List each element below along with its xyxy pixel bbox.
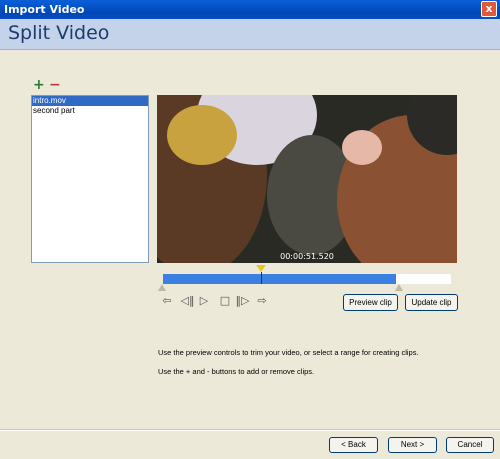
instruction-text: Use the preview controls to trim your vi…: [158, 348, 419, 357]
preview-clip-button[interactable]: Preview clip: [343, 294, 398, 311]
title-bar: Import Video x: [0, 0, 500, 19]
playhead-marker[interactable]: [256, 265, 266, 272]
stop-icon[interactable]: □: [219, 295, 231, 307]
range-start-handle[interactable]: [158, 284, 166, 291]
video-frame-region: [167, 105, 237, 165]
window-title: Import Video: [4, 3, 85, 16]
jump-to-end-icon[interactable]: ⇨: [256, 295, 268, 307]
footer-divider: [0, 429, 500, 431]
clip-list-item[interactable]: second part: [32, 106, 148, 116]
remove-clip-icon[interactable]: −: [49, 78, 61, 92]
back-button[interactable]: < Back: [329, 437, 378, 453]
video-timecode: 00:00:51.520: [280, 252, 334, 261]
play-icon[interactable]: ▷: [198, 295, 210, 307]
video-preview[interactable]: 00:00:51.520: [157, 95, 457, 263]
jump-to-start-icon[interactable]: ⇦: [161, 295, 173, 307]
video-frame-region: [342, 130, 382, 165]
instruction-text: Use the + and - buttons to add or remove…: [158, 367, 315, 376]
add-clip-icon[interactable]: +: [33, 78, 45, 92]
clip-list-item[interactable]: intro.mov: [32, 96, 148, 106]
range-end-handle[interactable]: [395, 284, 403, 291]
page-header: Split Video: [0, 19, 500, 50]
timeline-track[interactable]: [163, 272, 451, 284]
page-title: Split Video: [8, 22, 110, 44]
step-forward-icon[interactable]: ‖▷: [235, 295, 250, 307]
playhead-line: [261, 272, 262, 284]
timeline-selected-range: [163, 274, 396, 284]
update-clip-button[interactable]: Update clip: [405, 294, 458, 311]
step-back-icon[interactable]: ◁‖: [180, 295, 195, 307]
next-button[interactable]: Next >: [388, 437, 437, 453]
clip-list[interactable]: intro.mov second part: [31, 95, 149, 263]
cancel-button[interactable]: Cancel: [446, 437, 494, 453]
close-button[interactable]: x: [481, 1, 497, 17]
